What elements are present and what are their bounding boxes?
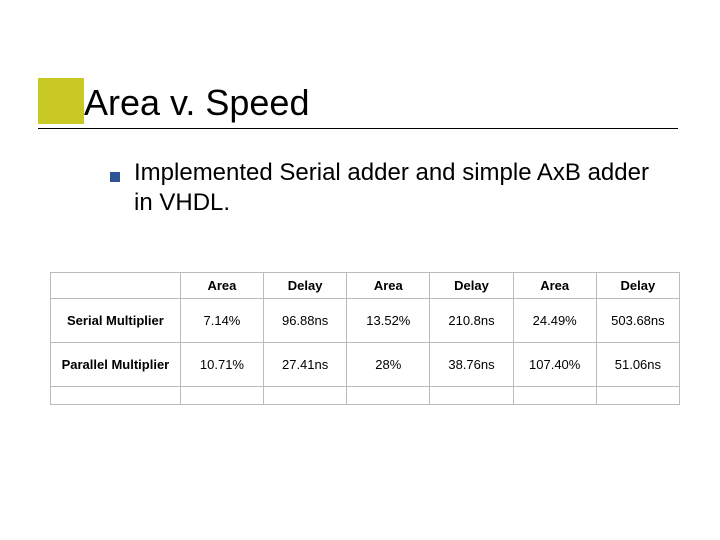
table-cell [51, 387, 181, 405]
table-cell [430, 387, 513, 405]
table-cell [513, 387, 596, 405]
table-cell [264, 387, 347, 405]
table-cell [596, 387, 679, 405]
table-cell: 503.68ns [596, 299, 679, 343]
table-row-label: Parallel Multiplier [51, 343, 181, 387]
table-row: Parallel Multiplier 10.71% 27.41ns 28% 3… [51, 343, 680, 387]
table-row: Serial Multiplier 7.14% 96.88ns 13.52% 2… [51, 299, 680, 343]
title-accent-box [38, 78, 84, 124]
table-cell: 51.06ns [596, 343, 679, 387]
table-cell: 24.49% [513, 299, 596, 343]
title-underline [38, 128, 678, 129]
comparison-table: Area Delay Area Delay Area Delay Serial … [50, 272, 680, 405]
table-cell: 13.52% [347, 299, 430, 343]
table-cell: 210.8ns [430, 299, 513, 343]
table-header-cell: Area [513, 273, 596, 299]
table-row-label: Serial Multiplier [51, 299, 181, 343]
table-cell [347, 387, 430, 405]
table-cell: 96.88ns [264, 299, 347, 343]
table-header-cell: Area [347, 273, 430, 299]
table-row [51, 387, 680, 405]
bullet-text: Implemented Serial adder and simple AxB … [134, 158, 654, 218]
table-header-cell: Area [180, 273, 263, 299]
table-cell: 27.41ns [264, 343, 347, 387]
table-header-cell: Delay [596, 273, 679, 299]
table-cell: 7.14% [180, 299, 263, 343]
table-header-cell: Delay [430, 273, 513, 299]
table-cell: 10.71% [180, 343, 263, 387]
table-header-cell: Delay [264, 273, 347, 299]
table-header-cell [51, 273, 181, 299]
slide-title: Area v. Speed [84, 82, 309, 124]
bullet-icon [110, 172, 120, 182]
table-header-row: Area Delay Area Delay Area Delay [51, 273, 680, 299]
table-cell: 38.76ns [430, 343, 513, 387]
table-cell: 28% [347, 343, 430, 387]
table-cell [180, 387, 263, 405]
table-cell: 107.40% [513, 343, 596, 387]
